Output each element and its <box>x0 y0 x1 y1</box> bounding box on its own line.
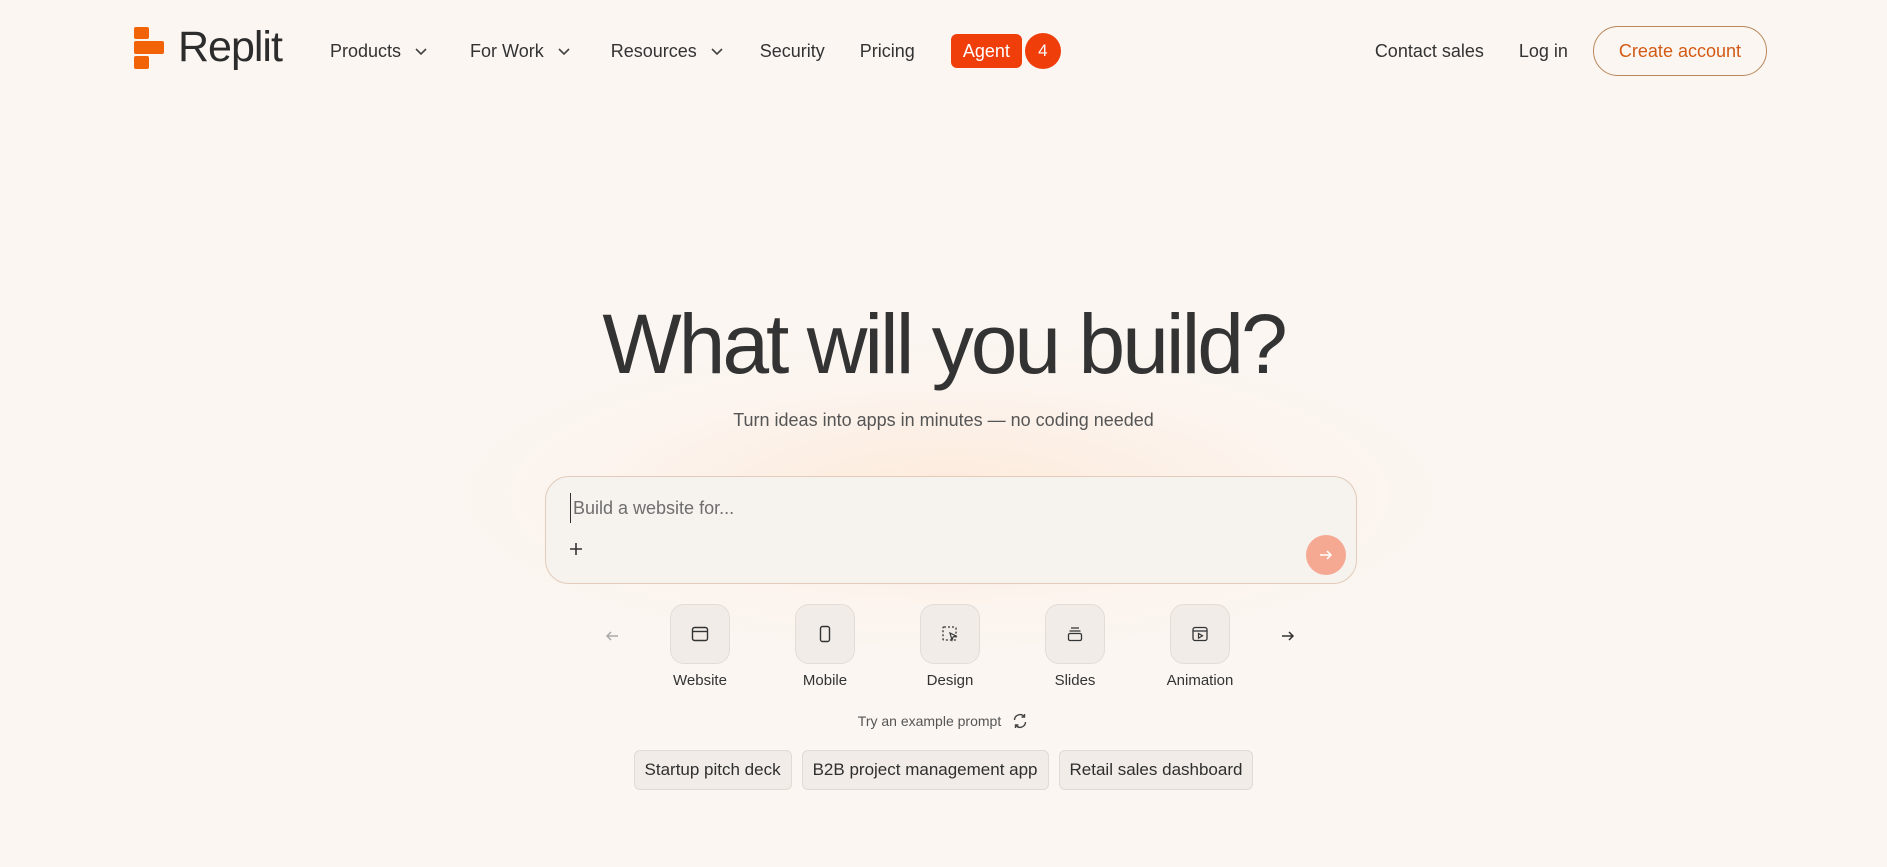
nav-resources-label: Resources <box>610 40 697 61</box>
chevron-down-icon <box>415 48 427 56</box>
nav-security[interactable]: Security <box>760 41 825 62</box>
create-account-button[interactable]: Create account <box>1592 26 1767 76</box>
replit-logo-icon <box>134 26 164 69</box>
example-prompt-row: Try an example prompt <box>0 712 1887 730</box>
category-design-tile[interactable] <box>920 604 980 664</box>
category-animation-tile[interactable] <box>1170 604 1230 664</box>
nav-links: Products For Work Resources Security Pri… <box>330 32 1061 70</box>
page: Replit Products For Work Resources Secur… <box>0 0 1887 867</box>
login-link[interactable]: Log in <box>1519 41 1568 62</box>
nav-for-work[interactable]: For Work <box>470 41 572 62</box>
refresh-icon[interactable] <box>1011 712 1029 730</box>
logo[interactable]: Replit <box>134 23 283 71</box>
nav-actions: Contact sales Log in Create account <box>1375 26 1767 76</box>
arrow-right-icon <box>1320 550 1333 560</box>
nav-pricing[interactable]: Pricing <box>860 41 915 62</box>
arrow-right-icon <box>1282 631 1295 641</box>
design-select-icon <box>942 626 958 643</box>
top-nav: Replit Products For Work Resources Secur… <box>0 0 1887 100</box>
category-label: Animation <box>1166 672 1234 689</box>
prompt-input[interactable] <box>570 493 1270 523</box>
example-chips: Startup pitch deck B2B project managemen… <box>0 750 1887 790</box>
plus-icon <box>570 543 582 555</box>
agent-badge: 4 <box>1024 33 1061 69</box>
chevron-down-icon <box>558 48 570 56</box>
phone-icon <box>819 625 831 643</box>
category-label: Website <box>673 672 727 689</box>
animation-play-icon <box>1192 626 1208 642</box>
nav-security-label: Security <box>759 40 825 61</box>
arrow-left-icon <box>605 631 618 641</box>
category-slides[interactable]: Slides <box>1030 604 1120 689</box>
example-chip[interactable]: B2B project management app <box>801 750 1049 790</box>
browser-window-icon <box>691 626 709 642</box>
carousel-prev-button[interactable] <box>600 624 624 648</box>
page-subtitle: Turn ideas into apps in minutes — no cod… <box>733 410 1154 430</box>
category-label: Mobile <box>802 672 848 689</box>
nav-pricing-label: Pricing <box>859 40 915 61</box>
agent-button[interactable]: Agent <box>950 34 1022 68</box>
category-website[interactable]: Website <box>655 604 745 689</box>
attach-button[interactable] <box>564 537 588 561</box>
agent-link[interactable]: Agent 4 <box>950 33 1061 69</box>
page-title: What will you build? <box>602 297 1287 391</box>
example-prompt-label: Try an example prompt <box>857 713 1002 729</box>
category-label: Design <box>926 672 974 689</box>
example-chip[interactable]: Startup pitch deck <box>633 750 792 790</box>
example-chip[interactable]: Retail sales dashboard <box>1058 750 1254 790</box>
category-website-tile[interactable] <box>670 604 730 664</box>
slides-stack-icon <box>1067 627 1083 642</box>
prompt-box <box>545 476 1357 584</box>
category-mobile-tile[interactable] <box>795 604 855 664</box>
category-slides-tile[interactable] <box>1045 604 1105 664</box>
category-label: Slides <box>1054 672 1096 689</box>
category-design[interactable]: Design <box>905 604 995 689</box>
logo-text: Replit <box>178 23 283 71</box>
carousel-next-button[interactable] <box>1276 624 1300 648</box>
nav-products-label: Products <box>330 40 402 61</box>
category-animation[interactable]: Animation <box>1155 604 1245 689</box>
nav-resources[interactable]: Resources <box>611 41 725 62</box>
contact-sales-link[interactable]: Contact sales <box>1375 41 1484 62</box>
chevron-down-icon <box>711 48 723 56</box>
nav-products[interactable]: Products <box>330 41 429 62</box>
nav-for-work-label: For Work <box>470 40 544 61</box>
category-mobile[interactable]: Mobile <box>780 604 870 689</box>
send-button[interactable] <box>1306 535 1346 575</box>
